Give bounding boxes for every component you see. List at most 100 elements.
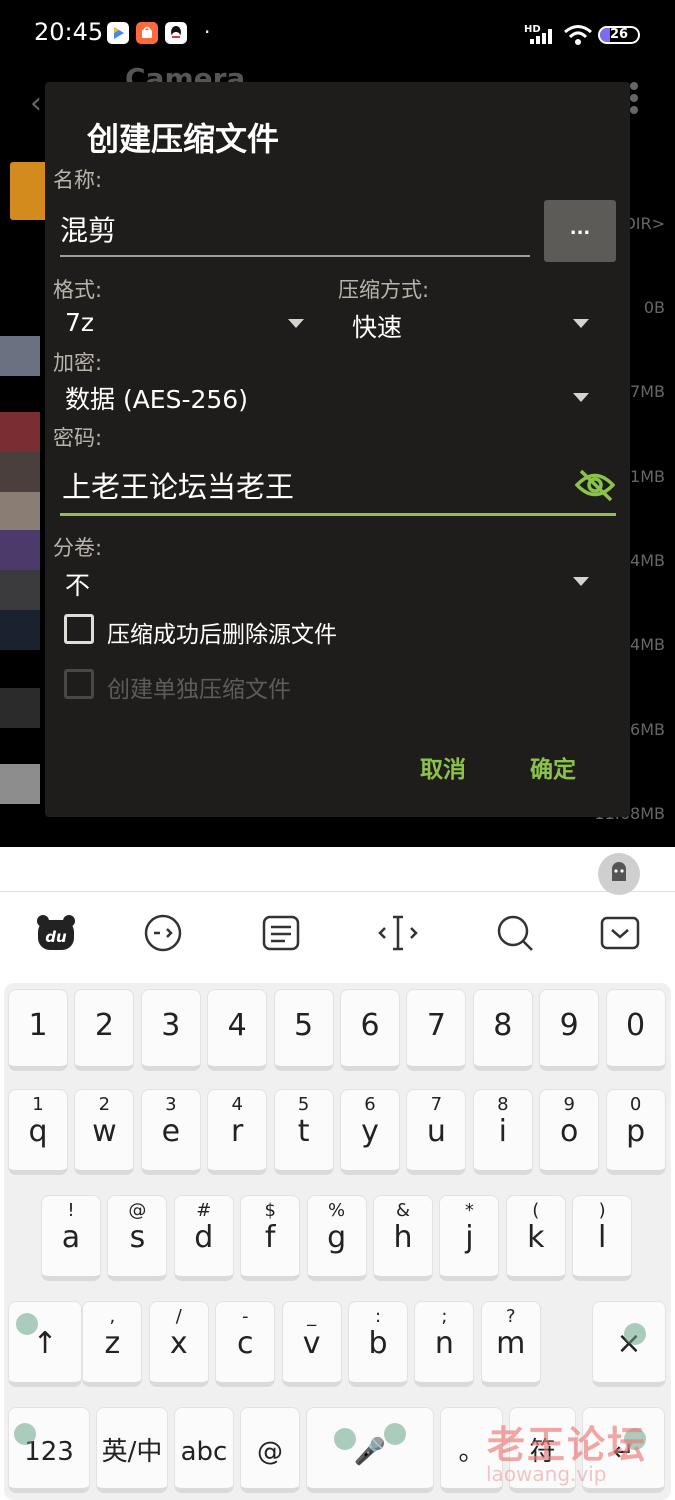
key-label: 3 — [161, 1008, 181, 1043]
delete-source-label[interactable]: 压缩成功后删除源文件 — [107, 615, 337, 649]
key-secondary-label: @ — [128, 1200, 147, 1221]
key-f[interactable]: $ f — [240, 1195, 301, 1281]
search-icon[interactable] — [493, 911, 537, 955]
key-u[interactable]: 7u — [406, 1089, 467, 1175]
key-w[interactable]: 2w — [74, 1089, 135, 1175]
key-k[interactable]: (k — [505, 1195, 566, 1281]
key-m[interactable]: ? m — [480, 1301, 541, 1387]
video-app-icon — [107, 22, 129, 44]
key-0[interactable]: 0 — [605, 989, 666, 1071]
thumbnail — [0, 688, 40, 728]
key-7[interactable]: 7 — [406, 989, 467, 1071]
key-g[interactable]: % g — [306, 1195, 367, 1281]
key-label: 6 — [360, 1008, 380, 1043]
key-y[interactable]: 6y — [340, 1089, 400, 1175]
key-label: m — [496, 1326, 526, 1361]
key-t[interactable]: 5t — [273, 1089, 334, 1175]
key-q[interactable]: 1q — [8, 1089, 68, 1175]
key-8[interactable]: 8 — [472, 989, 533, 1071]
emoji-icon[interactable] — [141, 911, 185, 955]
key-n[interactable]: ; n — [414, 1301, 475, 1387]
key-label: 🎤 — [353, 1437, 387, 1467]
key-label: t — [297, 1114, 310, 1149]
password-input[interactable]: 上老王论坛当老王 — [60, 460, 616, 516]
split-value: 不 — [65, 571, 91, 600]
key-label: h — [393, 1220, 413, 1255]
file-size: 7MB — [630, 382, 665, 401]
key-z[interactable]: ,z — [82, 1301, 143, 1387]
key-label: u — [426, 1114, 446, 1149]
key-label: d — [194, 1220, 214, 1255]
key-s[interactable]: @ s — [107, 1195, 168, 1281]
key-4[interactable]: 4 — [207, 989, 268, 1071]
key-x[interactable]: / x — [148, 1301, 209, 1387]
space-voice-key[interactable]: 🎤 — [306, 1407, 434, 1493]
thumbnail — [0, 492, 40, 532]
file-size: 0B — [643, 298, 665, 317]
key-c[interactable]: -c — [215, 1301, 276, 1387]
cancel-button[interactable]: 取消 — [420, 750, 466, 784]
lotus-decoration — [14, 1423, 36, 1445]
at-key[interactable]: @ — [240, 1407, 300, 1493]
key-l[interactable]: ) l — [572, 1195, 633, 1281]
key-r[interactable]: 4r — [207, 1089, 268, 1175]
key-i[interactable]: 8i — [472, 1089, 533, 1175]
delete-source-checkbox[interactable] — [64, 614, 94, 644]
browse-button[interactable]: ... — [544, 200, 616, 262]
more-menu-icon — [630, 82, 640, 122]
format-label: 格式: — [53, 278, 103, 302]
key-d[interactable]: # d — [173, 1195, 234, 1281]
archive-name-input[interactable]: 混剪 — [60, 209, 530, 257]
du-logo-icon[interactable]: du — [34, 911, 78, 955]
thumbnail — [0, 764, 40, 804]
lotus-decoration — [384, 1423, 406, 1445]
key-e[interactable]: 3e — [140, 1089, 201, 1175]
key-label: a — [61, 1220, 81, 1255]
key-b[interactable]: :b — [348, 1301, 408, 1387]
key-j[interactable]: * j — [439, 1195, 500, 1281]
clipboard-icon[interactable] — [259, 911, 303, 955]
key-secondary-label: $ — [264, 1200, 276, 1221]
ok-button[interactable]: 确定 — [530, 750, 576, 784]
key-label: j — [465, 1220, 474, 1255]
key-v[interactable]: _ v — [281, 1301, 342, 1387]
assistant-icon[interactable] — [598, 853, 640, 895]
battery-indicator: 26 — [598, 26, 640, 44]
key-label: v — [302, 1326, 321, 1361]
key-3[interactable]: 3 — [140, 989, 201, 1071]
password-label: 密码: — [53, 426, 103, 450]
key-label: i — [498, 1114, 507, 1149]
key-secondary-label: 3 — [165, 1094, 177, 1115]
key-p[interactable]: 0p — [605, 1089, 666, 1175]
key-label: 4 — [227, 1008, 247, 1043]
format-value: 7z — [65, 308, 95, 337]
shift-key[interactable]: ↑ — [8, 1301, 82, 1387]
thumbnail — [0, 412, 40, 452]
key-secondary-label: 7 — [430, 1094, 443, 1115]
collapse-keyboard-icon[interactable] — [598, 911, 642, 955]
language-switch-key[interactable]: 英/中 — [96, 1407, 168, 1493]
keyboard-top-strip — [0, 847, 675, 895]
key-a[interactable]: ! a — [41, 1195, 101, 1281]
numbers-key[interactable]: 123 — [8, 1407, 90, 1493]
method-value: 快速 — [352, 313, 403, 342]
key-1[interactable]: 1 — [8, 989, 68, 1071]
key-2[interactable]: 2 — [74, 989, 135, 1071]
delete-key[interactable]: × — [592, 1301, 666, 1387]
abc-key[interactable]: abc — [174, 1407, 234, 1493]
key-label: x — [169, 1326, 188, 1361]
separate-archives-label: 创建单独压缩文件 — [107, 677, 291, 703]
key-label: 8 — [493, 1008, 513, 1043]
key-label: g — [327, 1220, 347, 1255]
key-label: q — [28, 1114, 48, 1149]
key-secondary-label: 2 — [98, 1094, 111, 1115]
key-9[interactable]: 9 — [539, 989, 600, 1071]
cursor-icon[interactable] — [376, 911, 420, 955]
key-6[interactable]: 6 — [340, 989, 400, 1071]
key-h[interactable]: & h — [373, 1195, 433, 1281]
hide-password-icon[interactable] — [575, 468, 615, 502]
key-secondary-label: 0 — [629, 1094, 642, 1115]
key-5[interactable]: 5 — [273, 989, 334, 1071]
key-o[interactable]: 9o — [539, 1089, 600, 1175]
key-secondary-label: 8 — [497, 1094, 509, 1115]
